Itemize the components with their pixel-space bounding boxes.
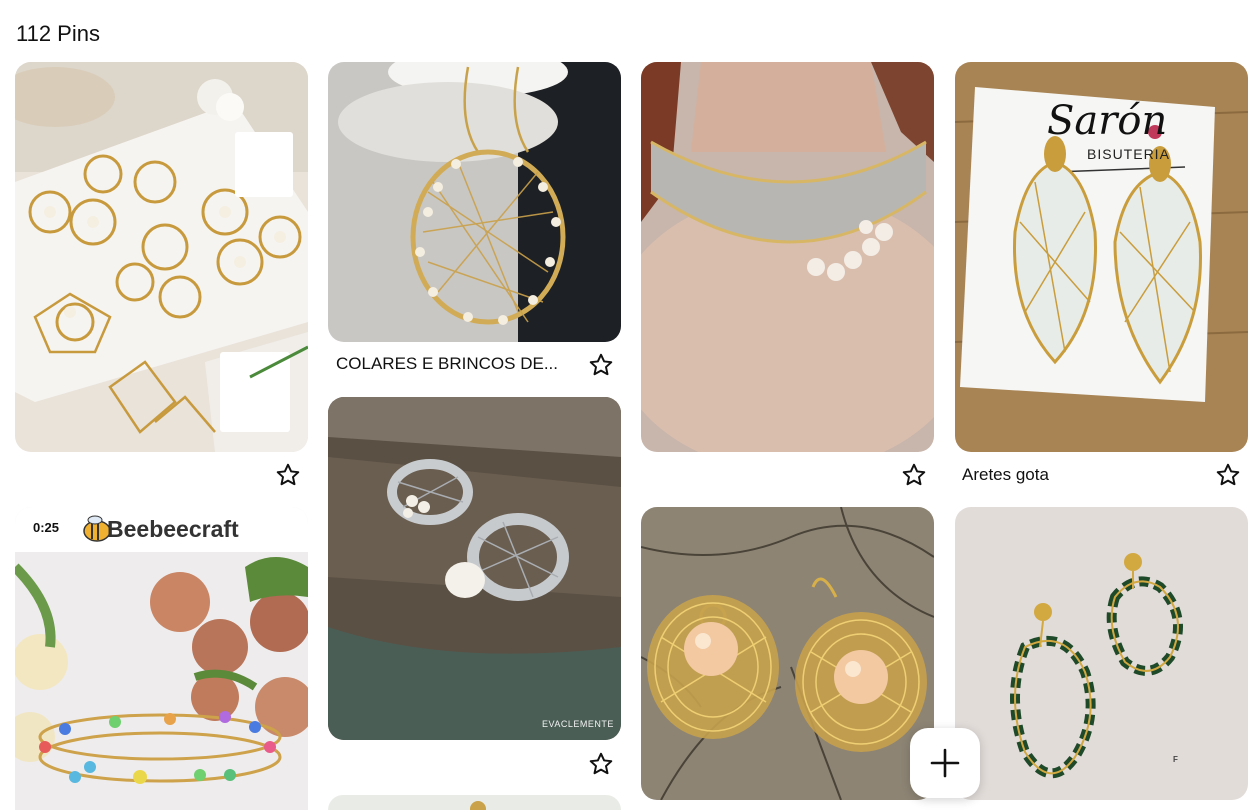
svg-text:F: F [1173, 755, 1178, 764]
pin-title[interactable]: COLARES E BRINCOS DE... [336, 353, 566, 375]
star-outline-icon [589, 353, 613, 376]
pin-image[interactable]: EVACLEMENTE [328, 397, 621, 740]
pin-image[interactable]: F [955, 507, 1248, 800]
pin-image[interactable] [15, 62, 308, 452]
pin-count: 112 Pins [16, 21, 100, 46]
pin-image[interactable] [641, 507, 934, 800]
create-button[interactable] [910, 728, 980, 798]
video-brand-text: Beebeecraft [107, 516, 239, 542]
pin-image[interactable] [328, 795, 621, 810]
card-brand-text: Sarón [1047, 98, 1168, 144]
watermark-text: EVACLEMENTE [542, 719, 614, 729]
save-star-button[interactable] [901, 462, 927, 488]
pin-image[interactable]: Sarón BISUTERIA [955, 62, 1248, 452]
pin-image[interactable] [641, 62, 934, 452]
save-star-button[interactable] [588, 751, 614, 777]
star-outline-icon [902, 463, 926, 486]
pin-title[interactable]: Aretes gota [962, 464, 1192, 486]
pin-image[interactable] [328, 62, 621, 342]
video-duration-badge: 0:25 [25, 517, 68, 538]
star-outline-icon [1216, 463, 1240, 486]
plus-icon [930, 748, 960, 778]
save-star-button[interactable] [275, 462, 301, 488]
star-outline-icon [276, 463, 300, 486]
save-star-button[interactable] [1215, 462, 1241, 488]
card-tagline-text: BISUTERIA [1087, 146, 1170, 162]
pin-image[interactable]: 0:25 Beebeecraft [15, 507, 308, 810]
star-outline-icon [589, 752, 613, 775]
save-star-button[interactable] [588, 352, 614, 378]
